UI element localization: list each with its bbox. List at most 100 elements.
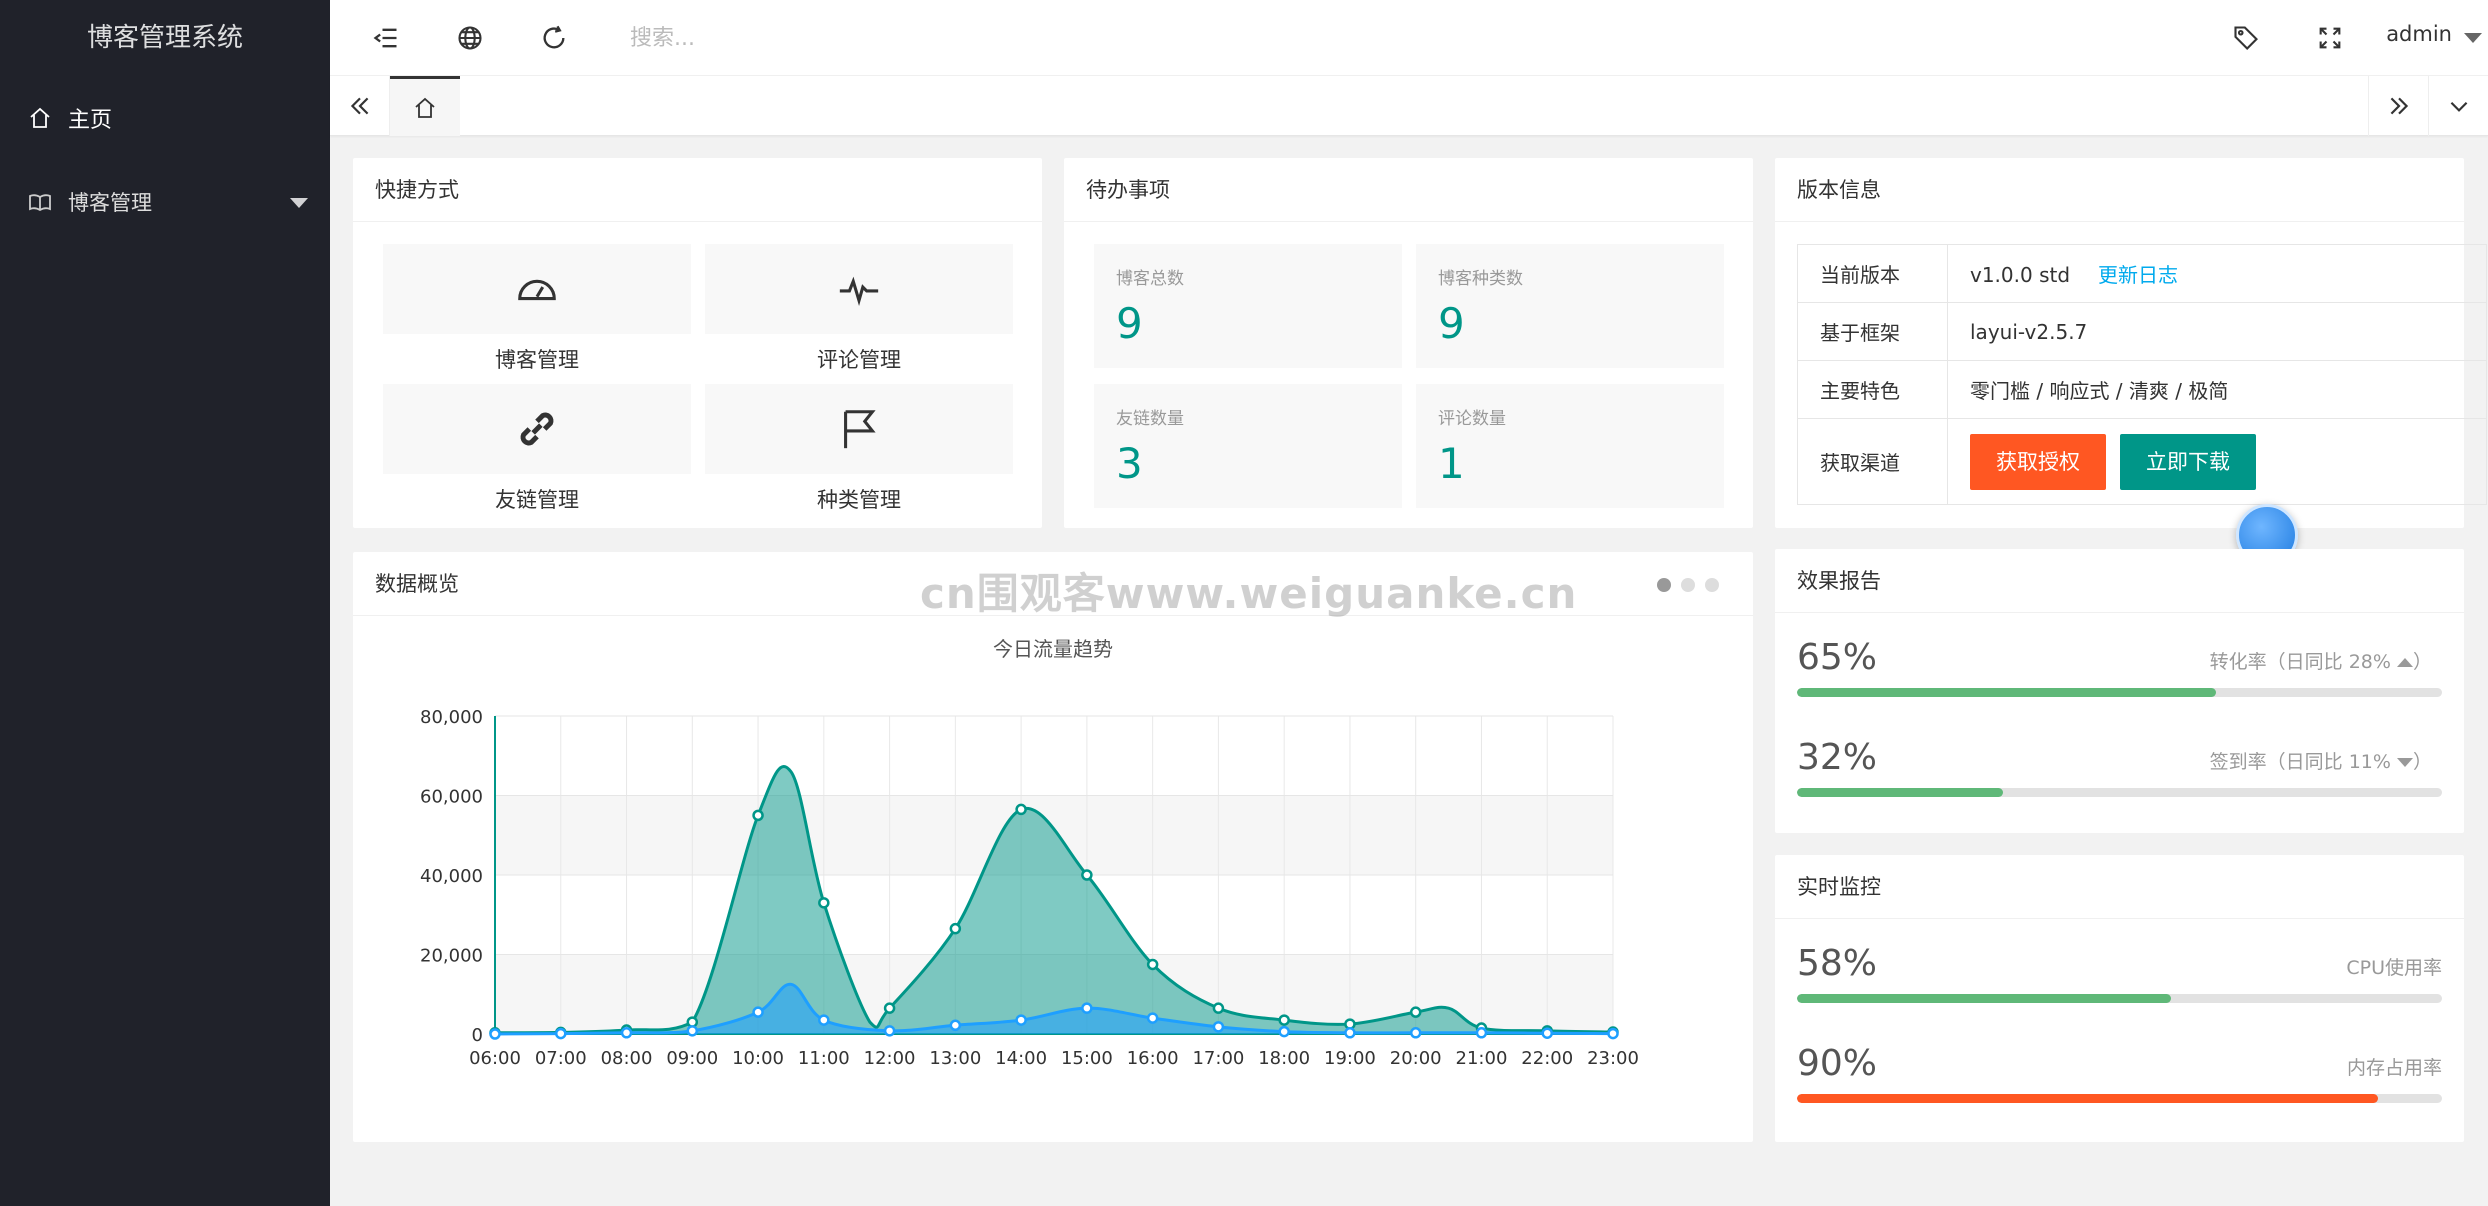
download-button[interactable]: 立即下载 bbox=[2120, 433, 2256, 490]
changelog-link[interactable]: 更新日志 bbox=[2098, 263, 2178, 287]
traffic-chart: 今日流量趋势 0 20,000 40,000 60,000 80,000 06:00 07:0… bbox=[420, 637, 1639, 1069]
shortcut-label: 种类管理 bbox=[817, 488, 901, 512]
shortcut-category-management[interactable]: 种类管理 bbox=[705, 384, 1013, 514]
tab-scroll-left-button[interactable] bbox=[330, 76, 390, 136]
data-point bbox=[1409, 1027, 1422, 1039]
tag-button[interactable] bbox=[2230, 22, 2262, 54]
menu-toggle-button[interactable] bbox=[370, 22, 402, 54]
shortcut-blog-management[interactable]: 博客管理 bbox=[383, 244, 691, 374]
x-tick-label: 19:00 bbox=[1324, 1048, 1376, 1069]
link-icon bbox=[520, 412, 554, 446]
flag-icon bbox=[844, 410, 876, 449]
y-tick-label: 60,000 bbox=[420, 787, 483, 808]
tab-menu-button[interactable] bbox=[2428, 76, 2488, 136]
y-tick-label: 0 bbox=[472, 1025, 483, 1046]
todo-value: 3 bbox=[1116, 439, 1143, 488]
todo-link-count[interactable]: 友链数量 3 bbox=[1094, 384, 1402, 508]
user-menu[interactable]: admin bbox=[2386, 22, 2452, 46]
data-point bbox=[883, 1025, 896, 1037]
data-point bbox=[1212, 1021, 1225, 1033]
carousel-dot[interactable] bbox=[1705, 578, 1719, 592]
todo-value: 9 bbox=[1116, 299, 1143, 348]
y-tick-label: 80,000 bbox=[420, 707, 483, 728]
table-row: 主要特色 零门槛 / 响应式 / 清爽 / 极简 bbox=[1797, 360, 2487, 419]
shortcut-comment-management[interactable]: 评论管理 bbox=[705, 244, 1013, 374]
data-point bbox=[818, 897, 830, 909]
carousel-dot[interactable] bbox=[1681, 578, 1695, 592]
version-key: 主要特色 bbox=[1797, 360, 1948, 419]
shortcut-link-management[interactable]: 友链管理 bbox=[383, 384, 691, 514]
overview-card: 数据概览 今日流量趋势 0 20,000 40,000 60,000 80,000 06:0… bbox=[353, 552, 1753, 1142]
monitor-card: 实时监控 58% CPU使用率 90% 内存占用率 bbox=[1775, 855, 2464, 1142]
progress-fill bbox=[1797, 1094, 2378, 1103]
fullscreen-button[interactable] bbox=[2314, 22, 2346, 54]
x-tick-label: 17:00 bbox=[1192, 1048, 1244, 1069]
carousel-dot[interactable] bbox=[1657, 578, 1671, 592]
todo-label: 评论数量 bbox=[1438, 409, 1506, 429]
card-title: 效果报告 bbox=[1775, 549, 2464, 613]
website-button[interactable] bbox=[454, 22, 486, 54]
data-point bbox=[1081, 1002, 1093, 1014]
version-card: 版本信息 当前版本 v1.0.0 std 更新日志 基于框架 layui-v2.5… bbox=[1775, 158, 2487, 528]
todo-category-count[interactable]: 博客种类数 9 bbox=[1416, 244, 1724, 368]
conversion-rate-progress: 65% 转化率（日同比 28% ） bbox=[1797, 637, 2442, 697]
x-tick-label: 12:00 bbox=[864, 1048, 916, 1069]
carousel-indicator bbox=[1657, 578, 1719, 592]
todo-comment-count[interactable]: 评论数量 1 bbox=[1416, 384, 1724, 508]
x-tick-label: 11:00 bbox=[798, 1048, 850, 1069]
todo-label: 友链数量 bbox=[1116, 409, 1184, 429]
version-table: 当前版本 v1.0.0 std 更新日志 基于框架 layui-v2.5.7 主要… bbox=[1797, 244, 2487, 505]
data-point bbox=[1278, 1025, 1290, 1038]
top-header: admin bbox=[330, 0, 2488, 76]
refresh-icon bbox=[543, 25, 565, 49]
progress-fill bbox=[1797, 788, 2004, 797]
data-point bbox=[620, 1027, 633, 1039]
x-tick-label: 14:00 bbox=[995, 1048, 1047, 1069]
progress-fill bbox=[1797, 994, 2172, 1003]
progress-label: 内存占用率 bbox=[2346, 1057, 2442, 1079]
x-tick-label: 21:00 bbox=[1456, 1048, 1508, 1069]
progress-track bbox=[1797, 688, 2442, 697]
caret-up-icon bbox=[2396, 658, 2413, 667]
refresh-button[interactable] bbox=[538, 22, 570, 54]
pulse-icon bbox=[839, 276, 879, 306]
card-title: 版本信息 bbox=[1775, 158, 2464, 222]
tab-scroll-right-button[interactable] bbox=[2368, 76, 2428, 136]
progress-label: CPU使用率 bbox=[2346, 957, 2442, 979]
x-tick-label: 15:00 bbox=[1061, 1048, 1113, 1069]
chevron-down-icon bbox=[2450, 101, 2467, 112]
x-tick-label: 20:00 bbox=[1390, 1048, 1442, 1069]
shortcuts-card: 快捷方式 博客管理 评论管理 友链管理 种类管理 bbox=[353, 158, 1042, 528]
double-chevron-right-icon bbox=[2390, 97, 2408, 115]
todo-label: 博客总数 bbox=[1116, 269, 1184, 289]
data-point bbox=[1344, 1027, 1356, 1039]
search-input[interactable] bbox=[630, 18, 1050, 58]
x-tick-label: 07:00 bbox=[535, 1048, 587, 1069]
sidebar: 博客管理系统 主页 博客管理 bbox=[0, 0, 330, 1206]
sidebar-item-blog-management[interactable]: 博客管理 bbox=[0, 160, 330, 244]
app-logo: 博客管理系统 bbox=[86, 23, 243, 53]
data-point bbox=[1212, 1002, 1225, 1014]
menu-fold-icon bbox=[373, 28, 397, 48]
y-tick-label: 20,000 bbox=[420, 946, 483, 967]
tab-home[interactable] bbox=[390, 76, 460, 136]
data-point bbox=[949, 1019, 962, 1032]
card-title: 待办事项 bbox=[1064, 158, 1753, 222]
sidebar-item-home[interactable]: 主页 bbox=[0, 76, 330, 160]
chevron-down-icon bbox=[2464, 33, 2482, 43]
data-point bbox=[1475, 1027, 1488, 1039]
get-license-button[interactable]: 获取授权 bbox=[1970, 433, 2106, 490]
x-tick-label: 18:00 bbox=[1258, 1048, 1310, 1069]
table-row: 基于框架 layui-v2.5.7 bbox=[1797, 302, 2487, 361]
todo-blog-total[interactable]: 博客总数 9 bbox=[1094, 244, 1402, 368]
tab-bar bbox=[330, 76, 2488, 136]
card-title: 快捷方式 bbox=[353, 158, 1042, 222]
progress-value: 58% bbox=[1797, 943, 1878, 984]
x-tick-label: 08:00 bbox=[601, 1048, 653, 1069]
data-point bbox=[555, 1027, 567, 1040]
data-point bbox=[1607, 1027, 1619, 1040]
todo-label: 博客种类数 bbox=[1438, 269, 1523, 289]
todo-value: 9 bbox=[1438, 299, 1465, 348]
progress-label-text: 签到率（日同比 11% bbox=[2209, 751, 2391, 773]
book-icon bbox=[29, 194, 51, 212]
